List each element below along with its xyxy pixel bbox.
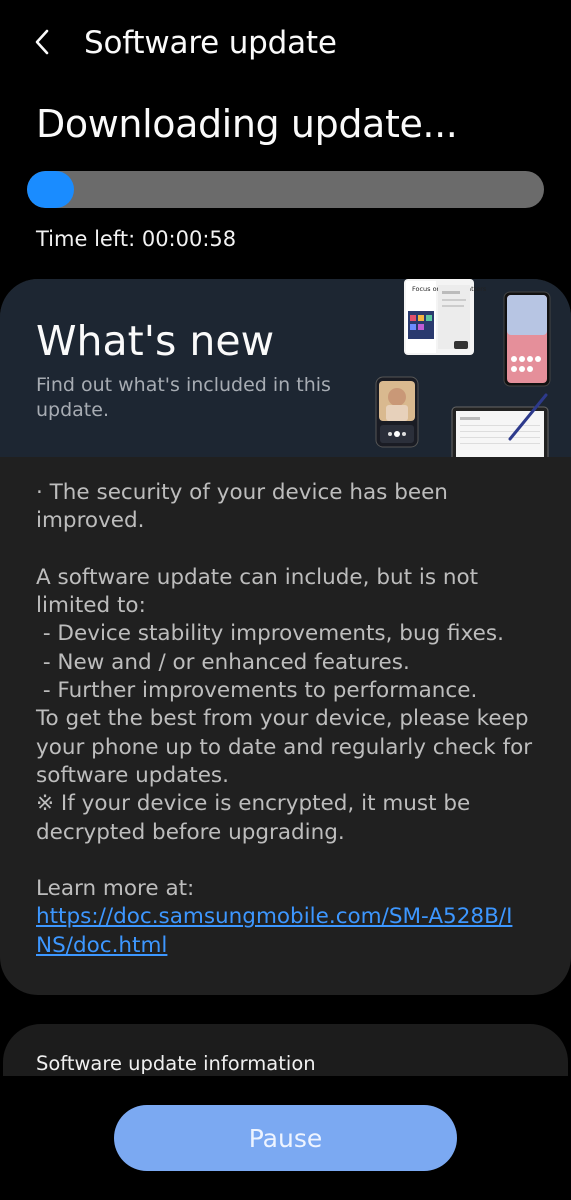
whats-new-title: What's new — [36, 317, 275, 365]
release-note-line: - Device stability improvements, bug fix… — [36, 621, 504, 647]
phone-illustration: Focus on what matters — [404, 279, 487, 355]
release-notes: · The security of your device has been i… — [36, 479, 546, 960]
update-info-label: Software update information — [36, 1052, 316, 1075]
release-note-line: · The security of your device has been i… — [36, 480, 455, 534]
release-note-line: A software update can include, but is no… — [36, 564, 485, 619]
time-left-label: Time left: 00:00:58 — [36, 227, 237, 251]
smartphone-illustration — [503, 291, 551, 387]
whats-new-subtitle: Find out what's included in this update. — [36, 374, 331, 421]
download-status-title: Downloading update... — [36, 102, 458, 146]
page-title: Software update — [84, 25, 337, 61]
release-note-line: ​ — [36, 847, 546, 875]
release-note-line: To get the best from your device, please… — [36, 706, 539, 788]
whats-new-banner: What's new Find out what's included in t… — [0, 279, 571, 457]
release-note-line: - New and / or enhanced features. — [36, 649, 410, 675]
whats-new-card[interactable]: What's new Find out what's included in t… — [0, 279, 571, 995]
tablet-illustration — [451, 393, 549, 457]
release-note-line: Learn more at: — [36, 876, 195, 902]
download-progress-fill — [27, 171, 74, 208]
back-button[interactable] — [22, 22, 62, 62]
update-info-card[interactable]: Software update information — [3, 1024, 568, 1076]
devices-illustration: Focus on what matters — [375, 279, 551, 457]
download-progress-bar — [27, 171, 544, 208]
release-note-line: ​ — [36, 536, 546, 564]
back-arrow-icon — [35, 29, 49, 55]
flip-phone-illustration — [375, 376, 419, 448]
learn-more-link[interactable]: https://doc.samsungmobile.com/SM-A528B/I… — [36, 903, 516, 960]
release-note-line: ※ If your device is encrypted, it must b… — [36, 791, 478, 845]
pause-button[interactable]: Pause — [114, 1105, 457, 1171]
app-header: Software update — [0, 0, 571, 88]
release-note-line: - Further improvements to performance. — [36, 678, 478, 704]
